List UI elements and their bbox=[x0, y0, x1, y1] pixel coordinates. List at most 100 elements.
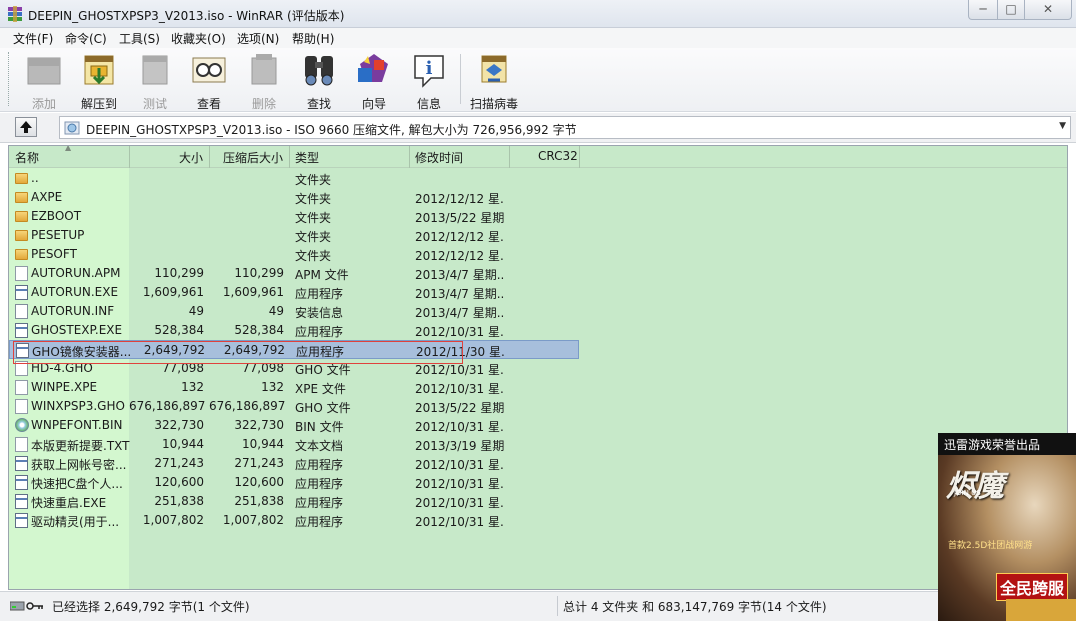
menu-commands[interactable]: 命令(C) bbox=[65, 30, 107, 47]
file-type: 安装信息 bbox=[295, 306, 344, 320]
menu-favorites[interactable]: 收藏夹(O) bbox=[171, 30, 226, 47]
application-icon bbox=[15, 494, 28, 509]
extract-to-button[interactable]: 解压到 bbox=[74, 52, 124, 111]
file-size: 1,007,802 bbox=[142, 513, 204, 527]
file-list[interactable]: 名称 ▲ 大小 压缩后大小 类型 修改时间 CRC32 .. 文件夹 AXPE 文件夹… bbox=[8, 145, 1068, 590]
info-icon: i bbox=[414, 55, 444, 88]
table-row[interactable]: PESOFT 文件夹 2012/12/12 星... bbox=[9, 245, 579, 264]
up-folder-button[interactable] bbox=[15, 117, 37, 137]
column-header-size[interactable]: 大小 bbox=[179, 149, 203, 166]
chevron-down-icon[interactable]: ▼ bbox=[1059, 121, 1066, 131]
folder-icon bbox=[15, 249, 28, 260]
folder-icon bbox=[15, 211, 28, 222]
file-modified: 2013/4/7 星期... bbox=[415, 306, 505, 320]
file-type: GHO 文件 bbox=[295, 401, 351, 415]
table-row[interactable]: AUTORUN.EXE 1,609,961 1,609,961 应用程序 2013/4/… bbox=[9, 283, 579, 302]
file-list-header: 名称 ▲ 大小 压缩后大小 类型 修改时间 CRC32 bbox=[9, 146, 1067, 168]
menu-options[interactable]: 选项(N) bbox=[237, 30, 279, 47]
add-icon bbox=[27, 57, 61, 85]
file-name: PESOFT bbox=[31, 247, 77, 261]
menu-help[interactable]: 帮助(H) bbox=[292, 30, 334, 47]
table-row[interactable]: AUTORUN.INF 49 49 安装信息 2013/4/7 星期... bbox=[9, 302, 579, 321]
view-label: 查看 bbox=[196, 97, 221, 111]
maximize-button[interactable]: □ bbox=[997, 0, 1025, 20]
wizard-button[interactable]: 向导 bbox=[349, 52, 399, 111]
file-name: 驱动精灵(用于... bbox=[31, 515, 120, 529]
application-icon bbox=[15, 475, 28, 490]
file-name: PESETUP bbox=[31, 228, 85, 242]
column-header-modified[interactable]: 修改时间 bbox=[415, 149, 463, 166]
view-button[interactable]: 查看 bbox=[184, 52, 234, 111]
table-row[interactable]: PESETUP 文件夹 2012/12/12 星... bbox=[9, 226, 579, 245]
add-button[interactable]: 添加 bbox=[19, 52, 69, 111]
archive-path-combo[interactable]: DEEPIN_GHOSTXPSP3_V2013.iso - ISO 9660 压… bbox=[59, 116, 1071, 139]
scan-virus-label: 扫描病毒 bbox=[469, 97, 518, 111]
minimize-button[interactable]: ─ bbox=[968, 0, 998, 20]
column-header-crc[interactable]: CRC32 bbox=[538, 149, 578, 163]
file-type: 应用程序 bbox=[295, 458, 344, 472]
file-packed-size: 271,243 bbox=[234, 456, 284, 470]
column-header-type[interactable]: 类型 bbox=[295, 149, 319, 166]
file-name: WINXPSP3.GHO bbox=[31, 399, 125, 413]
column-divider[interactable] bbox=[579, 146, 580, 168]
extract-icon bbox=[84, 55, 114, 85]
application-icon bbox=[15, 456, 28, 471]
ad-game-logo: 烬魔 bbox=[946, 469, 1004, 504]
table-row[interactable]: 驱动精灵(用于... 1,007,802 1,007,802 应用程序 2012/10/… bbox=[9, 511, 579, 530]
scan-virus-button[interactable]: 扫描病毒 bbox=[469, 52, 519, 111]
column-divider[interactable] bbox=[209, 146, 210, 168]
find-button[interactable]: 查找 bbox=[294, 52, 344, 111]
close-button[interactable]: ✕ bbox=[1024, 0, 1072, 20]
column-divider[interactable] bbox=[129, 146, 130, 168]
test-button[interactable]: 测试 bbox=[130, 52, 180, 111]
table-row[interactable]: AUTORUN.APM 110,299 110,299 APM 文件 2013/4/7 … bbox=[9, 264, 579, 283]
file-name: EZBOOT bbox=[31, 209, 82, 223]
file-modified: 2012/10/31 星... bbox=[415, 496, 505, 510]
toolbar-grip[interactable] bbox=[8, 52, 11, 106]
status-bar: 已经选择 2,649,792 字节(1 个文件) 总计 4 文件夹 和 683,… bbox=[0, 591, 1076, 621]
column-header-packed[interactable]: 压缩后大小 bbox=[223, 149, 283, 166]
file-type: 文件夹 bbox=[295, 192, 332, 206]
game-ad-popup[interactable]: 迅雷游戏荣誉出品 烬魔 JOIN US 首款2.5D社团战网游 全民跨服 bbox=[938, 433, 1076, 621]
table-row[interactable]: 快速把C盘个人... 120,600 120,600 应用程序 2012/10/31 星… bbox=[9, 473, 579, 492]
toolbar: 添加 解压到 测试 查看 删除 查找 向导 i 信息 扫描病毒 bbox=[0, 48, 1076, 112]
table-row[interactable]: .. 文件夹 bbox=[9, 169, 579, 188]
ad-subtitle: 首款2.5D社团战网游 bbox=[948, 541, 1033, 551]
table-row[interactable]: 获取上网帐号密... 271,243 271,243 应用程序 2012/10/31 星… bbox=[9, 454, 579, 473]
file-modified: 2013/4/7 星期... bbox=[415, 268, 505, 282]
menu-tools[interactable]: 工具(S) bbox=[119, 30, 160, 47]
info-button[interactable]: i 信息 bbox=[404, 52, 454, 111]
menu-file[interactable]: 文件(F) bbox=[13, 30, 53, 47]
file-packed-size: 49 bbox=[268, 304, 284, 318]
drive-key-icon[interactable] bbox=[10, 600, 44, 612]
table-row[interactable]: WNPEFONT.BIN 322,730 322,730 BIN 文件 2012/10/… bbox=[9, 416, 579, 435]
file-modified: 2013/5/22 星期... bbox=[415, 401, 505, 415]
file-name: AUTORUN.APM bbox=[31, 266, 121, 280]
file-modified: 2012/10/31 星... bbox=[415, 382, 505, 396]
column-header-name[interactable]: 名称 bbox=[15, 149, 39, 166]
column-divider[interactable] bbox=[289, 146, 290, 168]
table-row[interactable]: WINXPSP3.GHO 676,186,897 676,186,897 GHO 文件… bbox=[9, 397, 579, 416]
file-type: 应用程序 bbox=[295, 325, 344, 339]
file-name: WINPE.XPE bbox=[31, 380, 98, 394]
file-packed-size: 110,299 bbox=[234, 266, 284, 280]
file-packed-size: 251,838 bbox=[234, 494, 284, 508]
table-row[interactable]: 快速重启.EXE 251,838 251,838 应用程序 2012/10/31 星..… bbox=[9, 492, 579, 511]
selection-status: 已经选择 2,649,792 字节(1 个文件) bbox=[52, 600, 250, 614]
column-divider[interactable] bbox=[509, 146, 510, 168]
file-modified: 2012/10/31 星... bbox=[415, 420, 505, 434]
column-divider[interactable] bbox=[409, 146, 410, 168]
file-packed-size: 132 bbox=[261, 380, 284, 394]
file-name: AUTORUN.EXE bbox=[31, 285, 119, 299]
view-icon bbox=[192, 57, 226, 83]
delete-button[interactable]: 删除 bbox=[239, 52, 289, 111]
table-row[interactable]: WINPE.XPE 132 132 XPE 文件 2012/10/31 星... bbox=[9, 378, 579, 397]
delete-icon bbox=[251, 54, 277, 85]
table-row[interactable]: AXPE 文件夹 2012/12/12 星... bbox=[9, 188, 579, 207]
table-row[interactable]: EZBOOT 文件夹 2013/5/22 星期... bbox=[9, 207, 579, 226]
file-size: 110,299 bbox=[154, 266, 204, 280]
ad-banner[interactable]: 全民跨服 bbox=[996, 573, 1069, 601]
winrar-books-icon bbox=[8, 6, 22, 22]
table-row[interactable]: GHOSTEXP.EXE 528,384 528,384 应用程序 2012/10/31… bbox=[9, 321, 579, 340]
table-row[interactable]: 本版更新提要.TXT 10,944 10,944 文本文档 2013/3/19 星期..… bbox=[9, 435, 579, 454]
